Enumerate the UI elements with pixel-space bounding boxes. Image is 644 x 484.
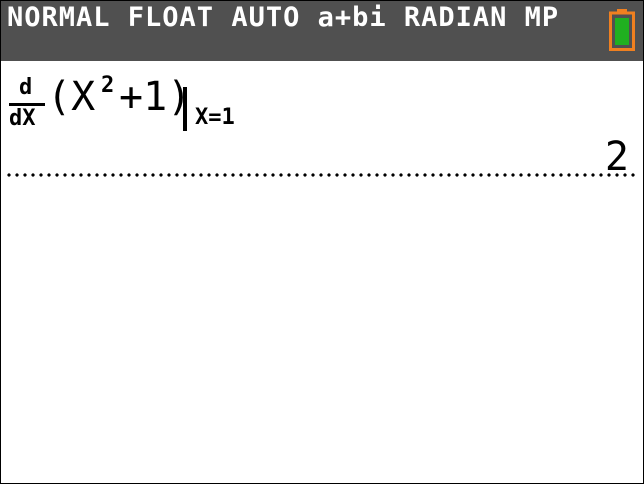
derivative-denominator: dX <box>9 106 36 131</box>
derivative-operator: d dX <box>7 75 45 133</box>
expression-open: (X <box>47 74 96 120</box>
expression-close: +1) <box>119 74 192 120</box>
exponent: 2 <box>101 73 115 98</box>
mode-indicator: NORMAL FLOAT AUTO a+bi RADIAN MP <box>7 2 560 33</box>
status-bar: NORMAL FLOAT AUTO a+bi RADIAN MP <box>1 1 643 61</box>
home-screen: d dX (X 2 +1) X=1 2 <box>1 61 643 483</box>
evaluation-point: X=1 <box>195 105 235 130</box>
derivative-numerator: d <box>19 75 33 100</box>
entry-divider <box>5 173 635 177</box>
evaluation-bar <box>183 87 187 131</box>
calculator-screen: NORMAL FLOAT AUTO a+bi RADIAN MP d dX (X… <box>0 0 644 484</box>
battery-icon <box>609 9 635 51</box>
history-entry[interactable]: d dX (X 2 +1) X=1 2 <box>1 61 643 181</box>
